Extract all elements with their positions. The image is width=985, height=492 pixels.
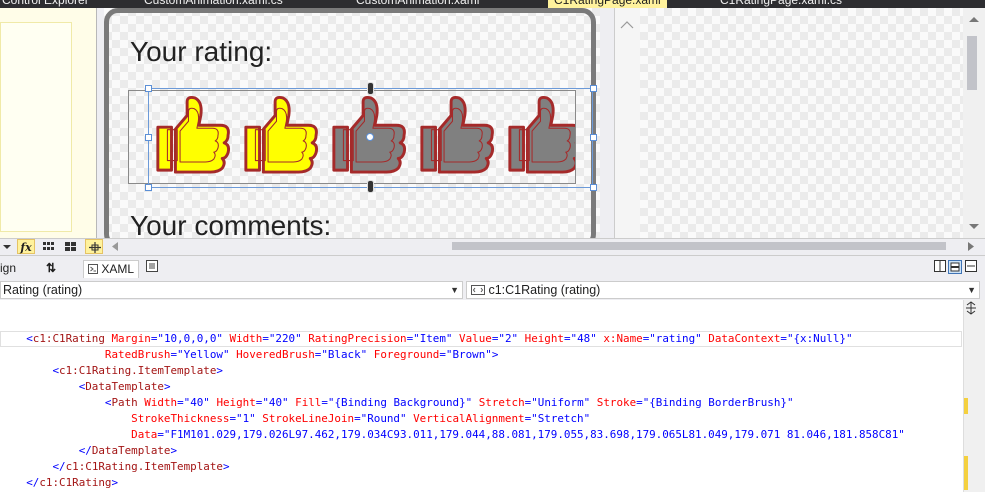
horizontal-split-icon[interactable] <box>948 260 962 276</box>
code-line[interactable]: <DataTemplate> <box>0 379 171 395</box>
tab-c1ratingpage-xaml[interactable]: C1RatingPage.xaml <box>548 0 667 8</box>
vertical-split-icon[interactable] <box>934 260 946 276</box>
scroll-up-icon <box>969 17 979 22</box>
resize-handle-top-right[interactable] <box>590 85 597 92</box>
change-marker <box>964 456 968 490</box>
grid-toggle-icon[interactable] <box>40 239 58 254</box>
chevron-down-icon: ▼ <box>450 285 459 295</box>
code-line[interactable]: </DataTemplate> <box>0 443 177 459</box>
scroll-down-icon <box>969 224 979 229</box>
tab-c1ratingpage-cs[interactable]: C1RatingPage.xaml.cs <box>720 0 842 8</box>
chevron-up-icon <box>620 21 634 29</box>
xaml-element-icon <box>471 285 485 295</box>
tab-customanimation-xaml[interactable]: CustomAnimation.xaml <box>356 0 479 8</box>
zoom-dropdown-arrow-icon[interactable] <box>0 239 18 254</box>
collapse-designer-icon[interactable] <box>965 260 977 276</box>
snap-to-gridlines-icon[interactable] <box>62 239 80 254</box>
member-combo[interactable]: c1:C1Rating (rating) ▼ <box>466 281 980 299</box>
document-tab-strip: Control Explorer CustomAnimation.xaml.cs… <box>0 0 985 8</box>
rotation-center[interactable] <box>366 133 374 141</box>
member-combo-value: c1:C1Rating (rating) <box>488 283 601 297</box>
code-line[interactable]: RatedBrush="Yellow" HoveredBrush="Black"… <box>0 347 498 363</box>
code-line[interactable]: </c1:C1Rating> <box>0 475 118 491</box>
code-line[interactable]: <Path Width="40" Height="40" Fill="{Bind… <box>0 395 794 411</box>
tab-customanimation-cs[interactable]: CustomAnimation.xaml.cs <box>144 0 283 8</box>
tab-design[interactable]: ign <box>0 260 16 276</box>
code-line[interactable]: <c1:C1Rating.ItemTemplate> <box>0 363 223 379</box>
scroll-right-icon[interactable] <box>962 239 980 254</box>
design-canvas-overflow <box>640 8 963 238</box>
element-combo[interactable]: Rating (rating) ▼ <box>0 281 463 299</box>
split-editor-icon[interactable] <box>963 300 979 316</box>
element-combo-value: Rating (rating) <box>3 283 83 297</box>
code-line[interactable]: Data="F1M101.029,179.026L97.462,179.034C… <box>0 427 905 443</box>
resize-handle-left[interactable] <box>145 134 152 141</box>
resize-handle-bottom-left[interactable] <box>145 184 152 191</box>
vertical-scroll-thumb[interactable] <box>967 36 977 90</box>
resize-handle-top-left[interactable] <box>145 85 152 92</box>
horizontal-scroll-thumb[interactable] <box>452 242 946 250</box>
chevron-down-icon: ▼ <box>967 285 976 295</box>
snap-to-snaplines-icon[interactable] <box>85 239 103 254</box>
resize-handle-right[interactable] <box>590 134 597 141</box>
effects-toggle-button[interactable]: fx <box>17 239 35 254</box>
change-marker <box>964 398 968 414</box>
tab-control-explorer[interactable]: Control Explorer <box>2 0 89 8</box>
tab-xaml[interactable]: XAML <box>83 260 140 278</box>
scroll-left-icon[interactable] <box>106 239 124 254</box>
code-line[interactable]: </c1:C1Rating.ItemTemplate> <box>0 459 229 475</box>
swap-panes-button[interactable]: ⇅ <box>46 260 56 276</box>
collapse-pane-icon[interactable] <box>146 260 158 276</box>
xaml-file-icon <box>88 264 98 274</box>
code-line[interactable]: <c1:C1Rating Margin="10,0,0,0" Width="22… <box>0 331 852 347</box>
designer-gutter <box>614 8 640 238</box>
margin-handle-bottom[interactable] <box>367 180 374 193</box>
resize-handle-bottom-right[interactable] <box>590 184 597 191</box>
tab-xaml-label: XAML <box>101 262 135 276</box>
code-line[interactable]: StrokeThickness="1" StrokeLineJoin="Roun… <box>0 411 590 427</box>
rating-heading: Your rating: <box>130 36 273 67</box>
adjacent-designer-page <box>0 22 72 232</box>
margin-handle-top[interactable] <box>367 82 374 95</box>
